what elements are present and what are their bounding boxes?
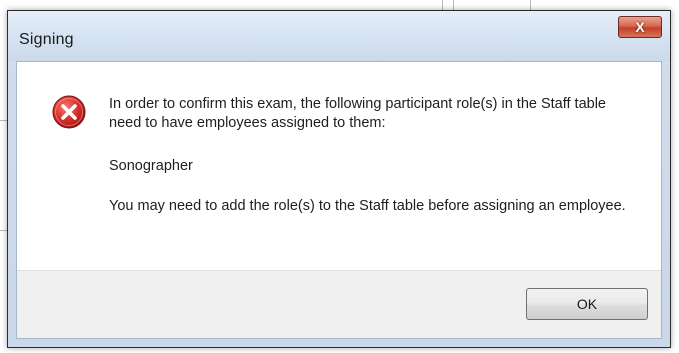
close-button[interactable]: X: [618, 16, 662, 38]
error-icon: [52, 95, 86, 129]
role-text: Sonographer: [109, 158, 193, 174]
hint-text: You may need to add the role(s) to the S…: [109, 198, 626, 214]
background-divider: [0, 230, 7, 231]
close-icon: X: [635, 19, 645, 35]
message-text: In order to confirm this exam, the follo…: [109, 96, 607, 131]
signing-dialog: Signing X In order to confirm this exam,…: [7, 10, 671, 348]
title-bar[interactable]: Signing X: [8, 11, 670, 61]
ok-button[interactable]: OK: [526, 288, 648, 320]
message-area: In order to confirm this exam, the follo…: [17, 62, 661, 270]
dialog-title: Signing: [19, 31, 74, 48]
dialog-client-area: In order to confirm this exam, the follo…: [16, 61, 662, 339]
background-divider: [0, 120, 7, 121]
button-bar: OK: [17, 270, 661, 338]
